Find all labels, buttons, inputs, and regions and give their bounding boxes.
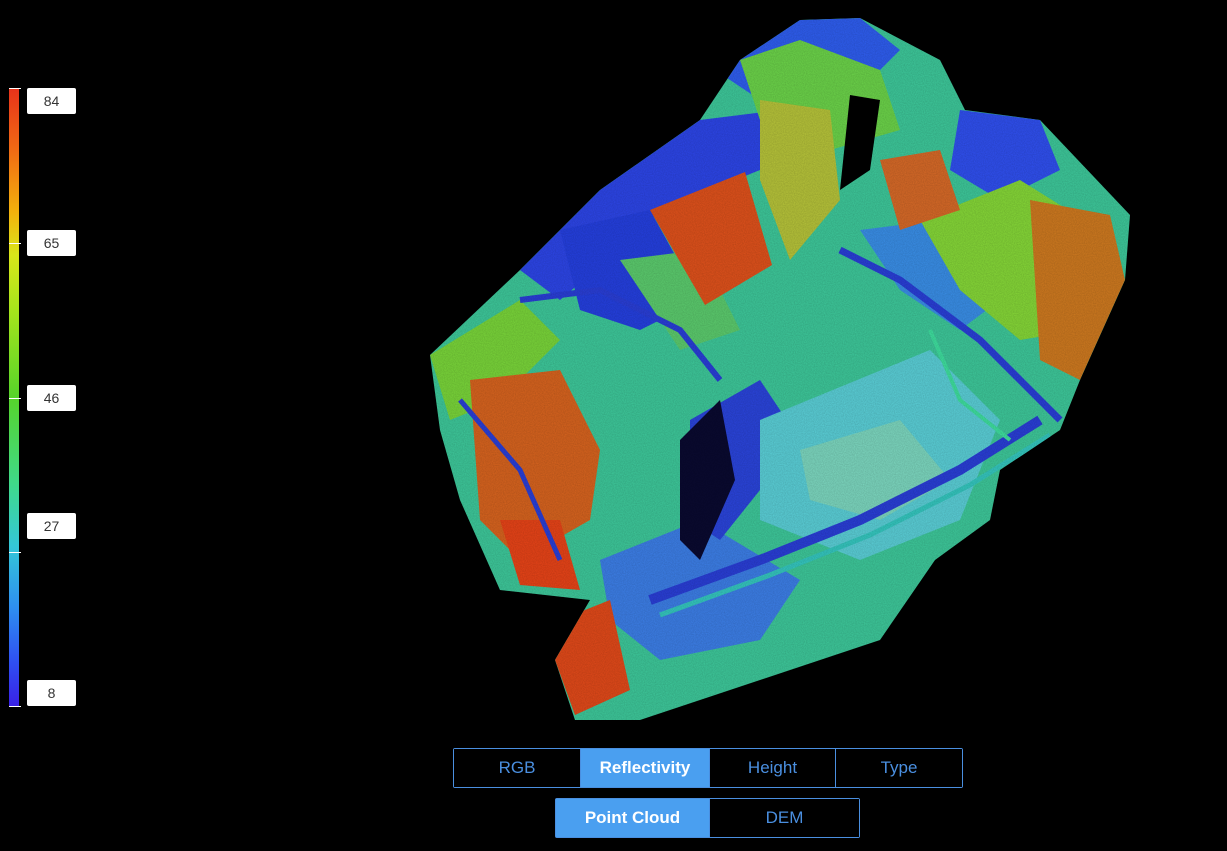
height-button[interactable]: Height xyxy=(710,749,836,787)
type-button[interactable]: Type xyxy=(836,749,962,787)
point-cloud-button[interactable]: Point Cloud xyxy=(556,799,710,837)
data-type-toggle: Point Cloud DEM xyxy=(555,798,860,838)
viewer-stage: 84 65 46 27 8 RGB Reflectivity Height Ty… xyxy=(0,0,1227,851)
rgb-button[interactable]: RGB xyxy=(454,749,581,787)
view-mode-toggle: RGB Reflectivity Height Type xyxy=(453,748,963,788)
point-cloud-view[interactable] xyxy=(0,0,1227,851)
dem-button[interactable]: DEM xyxy=(710,799,859,837)
reflectivity-button[interactable]: Reflectivity xyxy=(581,749,710,787)
